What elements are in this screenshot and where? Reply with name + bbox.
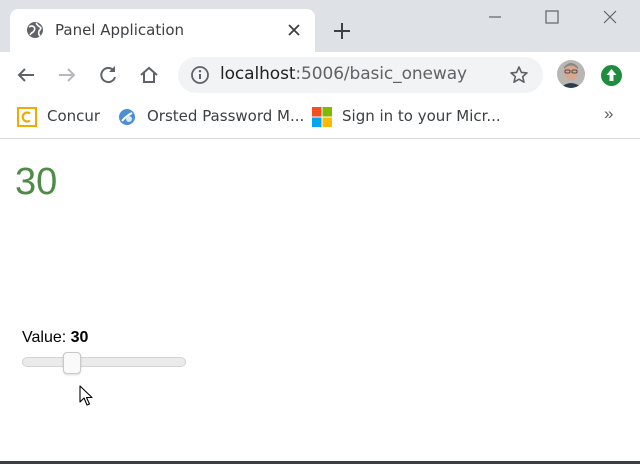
slider-handle[interactable] <box>62 352 81 374</box>
slider-label: Value: 30 <box>22 329 88 347</box>
concur-icon <box>17 107 37 127</box>
bookmarks-overflow-chevron-icon[interactable]: » <box>604 104 613 124</box>
slider-value-text: 30 <box>70 329 89 346</box>
displayed-value: 30 <box>15 161 58 203</box>
address-bar[interactable]: localhost:5006/basic_oneway <box>178 57 543 93</box>
slider-label-prefix: Value: <box>22 329 71 346</box>
microsoft-icon <box>312 107 332 127</box>
page-content: 30 Value: 30 <box>0 139 640 464</box>
browser-toolbar: localhost:5006/basic_oneway <box>0 52 640 98</box>
arrow-up-icon <box>606 69 617 81</box>
url-host: localhost <box>220 64 296 84</box>
bookmarks-bar: Concur Orsted Password M... Sign in to y… <box>0 98 640 139</box>
window-close-icon[interactable] <box>601 8 619 26</box>
value-slider[interactable] <box>22 352 186 374</box>
globe-icon <box>27 22 43 38</box>
bookmark-microsoft-signin[interactable]: Sign in to your Micr... <box>312 105 501 129</box>
bookmark-label: Sign in to your Micr... <box>342 107 501 125</box>
tab-title: Panel Application <box>55 21 185 39</box>
reload-icon[interactable] <box>97 64 119 86</box>
extension-update-button[interactable] <box>601 65 622 86</box>
url-path: :5006/basic_oneway <box>295 64 467 84</box>
bookmark-label: Orsted Password M... <box>147 107 305 125</box>
url-text[interactable]: localhost:5006/basic_oneway <box>220 64 467 84</box>
close-icon[interactable] <box>286 22 302 38</box>
minimize-icon[interactable] <box>486 8 504 26</box>
mouse-cursor-icon <box>79 385 93 406</box>
back-icon[interactable] <box>15 64 37 86</box>
bookmark-star-icon[interactable] <box>509 65 529 85</box>
new-tab-icon[interactable] <box>332 21 352 41</box>
profile-avatar[interactable] <box>557 60 585 88</box>
home-icon[interactable] <box>138 64 160 86</box>
bookmark-concur[interactable]: Concur <box>17 105 107 129</box>
forward-icon[interactable] <box>56 64 78 86</box>
profile-photo-icon <box>557 60 585 88</box>
browser-tab[interactable]: Panel Application <box>10 9 315 52</box>
tab-strip: Panel Application <box>0 0 640 52</box>
info-icon[interactable] <box>190 65 210 85</box>
password-icon <box>119 109 135 125</box>
maximize-icon[interactable] <box>543 8 561 26</box>
bookmark-orsted-password[interactable]: Orsted Password M... <box>117 105 304 129</box>
bookmark-label: Concur <box>47 107 101 125</box>
